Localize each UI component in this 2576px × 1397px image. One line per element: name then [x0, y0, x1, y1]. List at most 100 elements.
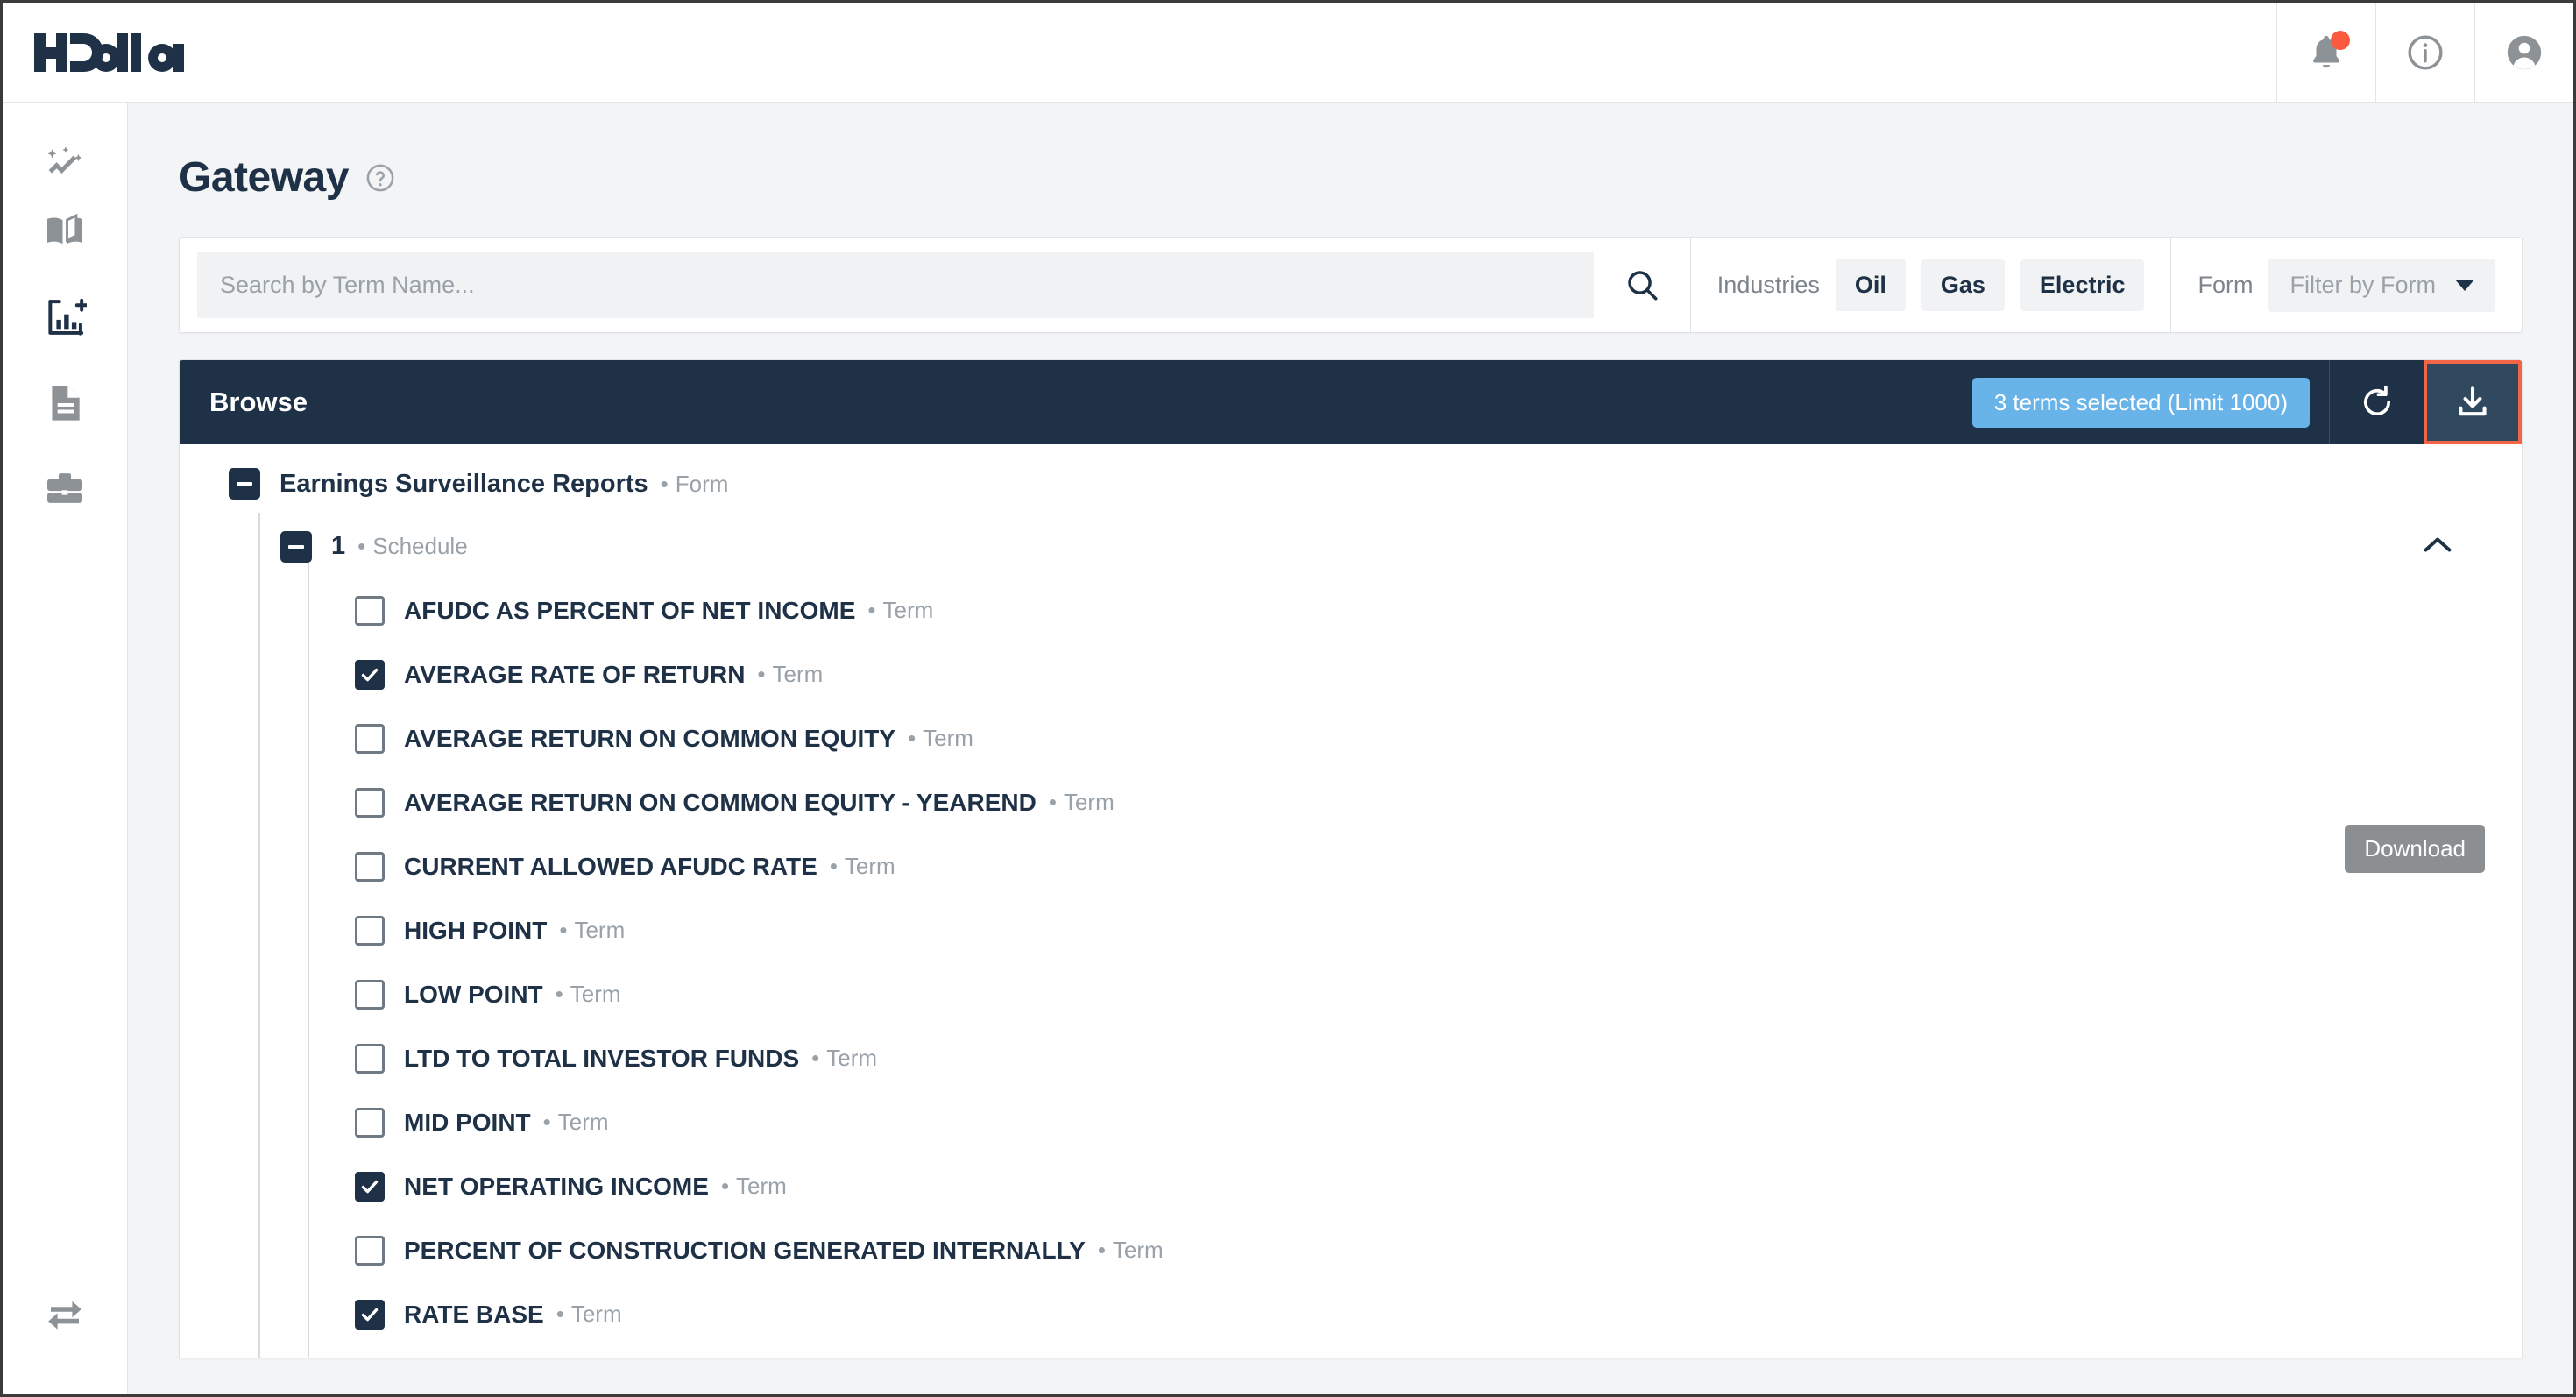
account-button[interactable]: [2474, 3, 2573, 102]
tree-node-form[interactable]: Earnings Surveillance Reports • Form: [180, 444, 2522, 514]
sidebar-collapse-toggle[interactable]: [3, 1270, 128, 1356]
search-input[interactable]: [197, 252, 1594, 318]
collapse-schedule-chevron[interactable]: [2422, 535, 2453, 558]
notification-badge-dot: [2331, 30, 2350, 50]
term-row[interactable]: LOW POINT • Term: [180, 962, 2522, 1026]
main-content: Gateway Industries Oil: [128, 103, 2573, 1394]
term-checkbox[interactable]: [355, 595, 385, 626]
document-icon: [52, 386, 80, 421]
search-filter-bar: Industries Oil Gas Electric Form Filter …: [179, 237, 2523, 333]
term-row[interactable]: AFUDC AS PERCENT OF NET INCOME • Term: [180, 578, 2522, 642]
sidebar-item-documents[interactable]: [3, 360, 128, 446]
term-label: PERCENT OF CONSTRUCTION GENERATED INTERN…: [404, 1236, 1086, 1264]
term-separator: •: [1048, 789, 1057, 815]
term-kind: Term: [570, 1301, 622, 1327]
term-checkbox[interactable]: [355, 915, 385, 946]
term-row[interactable]: MID POINT • Term: [180, 1090, 2522, 1154]
term-kind: Term: [736, 1173, 787, 1199]
form-node-separator: •: [660, 470, 669, 497]
chevron-down-icon: [2455, 279, 2474, 291]
term-row[interactable]: AVERAGE RETURN ON COMMON EQUITY • Term: [180, 706, 2522, 770]
term-checkbox-checked[interactable]: [355, 659, 385, 690]
collapse-form-button[interactable]: [229, 468, 260, 500]
top-bar-spacer: [201, 3, 2276, 102]
form-filter: Form Filter by Form: [2171, 238, 2522, 332]
search-icon: [1628, 271, 1658, 301]
form-node-label: Earnings Surveillance Reports: [280, 469, 648, 498]
info-button[interactable]: [2375, 3, 2474, 102]
chevron-up-icon: [2424, 537, 2452, 551]
term-separator: •: [559, 917, 568, 943]
status-badge[interactable]: 3 terms selected (Limit 1000): [1971, 377, 2310, 428]
term-separator: •: [542, 1109, 551, 1135]
download-tooltip: Download: [2345, 825, 2485, 873]
info-icon: [2408, 34, 2443, 70]
industries-label: Industries: [1716, 271, 1820, 298]
reset-button[interactable]: [2329, 360, 2424, 444]
term-row[interactable]: AVERAGE RATE OF RETURN • Term: [180, 642, 2522, 706]
term-row[interactable]: NET OPERATING INCOME • Term: [180, 1154, 2522, 1218]
term-checkbox-checked[interactable]: [355, 1299, 385, 1330]
term-label: AVERAGE RETURN ON COMMON EQUITY: [404, 724, 896, 752]
term-label: AVERAGE RATE OF RETURN: [404, 660, 746, 688]
sidebar-item-library[interactable]: [3, 188, 128, 274]
term-checkbox-checked[interactable]: [355, 1171, 385, 1202]
term-kind: Term: [882, 597, 934, 623]
term-kind: Term: [557, 1109, 609, 1135]
industry-chip-oil[interactable]: Oil: [1835, 259, 1906, 311]
term-row[interactable]: AVERAGE RETURN ON COMMON EQUITY - YEAREN…: [180, 770, 2522, 834]
term-label: MID POINT: [404, 1108, 531, 1136]
term-row[interactable]: PERCENT OF CONSTRUCTION GENERATED INTERN…: [180, 1218, 2522, 1282]
term-label: LOW POINT: [404, 980, 543, 1008]
briefcase-icon: [47, 473, 82, 503]
check-icon: [361, 668, 379, 681]
minus-icon: [288, 544, 304, 549]
help-circle-icon[interactable]: [364, 162, 396, 194]
form-node-kind: Form: [675, 470, 729, 497]
term-tree: Earnings Surveillance Reports • Form 1 •…: [180, 444, 2522, 1358]
term-separator: •: [829, 853, 838, 879]
term-row[interactable]: CURRENT ALLOWED AFUDC RATE • Term: [180, 834, 2522, 898]
term-checkbox[interactable]: [355, 723, 385, 754]
schedule-node-separator: •: [357, 533, 366, 559]
term-checkbox[interactable]: [355, 1235, 385, 1266]
term-kind: Term: [574, 917, 626, 943]
form-label: Form: [2197, 271, 2254, 298]
browse-title: Browse: [209, 386, 308, 417]
term-separator: •: [720, 1173, 730, 1199]
term-separator: •: [757, 661, 766, 687]
term-row[interactable]: HIGH POINT • Term: [180, 898, 2522, 962]
industry-chip-electric[interactable]: Electric: [2020, 259, 2145, 311]
term-row[interactable]: LTD TO TOTAL INVESTOR FUNDS • Term: [180, 1026, 2522, 1090]
term-checkbox[interactable]: [355, 787, 385, 818]
download-button[interactable]: [2424, 360, 2522, 444]
top-bar: [3, 3, 2573, 103]
term-label: CURRENT ALLOWED AFUDC RATE: [404, 852, 817, 880]
page-title: Gateway: [179, 154, 349, 201]
industry-chip-gas[interactable]: Gas: [1921, 259, 2005, 311]
minus-icon: [237, 482, 252, 486]
form-filter-dropdown[interactable]: Filter by Form: [2268, 258, 2495, 312]
search-zone: [180, 238, 1690, 332]
term-checkbox[interactable]: [355, 851, 385, 882]
term-separator: •: [811, 1045, 820, 1071]
brand-logo[interactable]: [3, 3, 201, 102]
sidebar-item-insights[interactable]: [3, 103, 128, 188]
term-row[interactable]: RATE BASE • Term: [180, 1282, 2522, 1346]
reset-icon: [2363, 385, 2390, 415]
term-kind: Term: [844, 853, 895, 879]
term-kind: Term: [1112, 1237, 1164, 1263]
term-separator: •: [555, 981, 563, 1007]
browse-header: Browse 3 terms selected (Limit 1000): [180, 360, 2522, 444]
tree-node-schedule[interactable]: 1 • Schedule: [180, 514, 2522, 578]
notifications-button[interactable]: [2276, 3, 2375, 102]
term-label: HIGH POINT: [404, 916, 548, 944]
collapse-schedule-button[interactable]: [280, 530, 312, 563]
term-checkbox[interactable]: [355, 979, 385, 1010]
sidebar-item-new-chart[interactable]: [3, 274, 128, 360]
term-separator: •: [1097, 1237, 1106, 1263]
term-checkbox[interactable]: [355, 1107, 385, 1138]
term-checkbox[interactable]: [355, 1043, 385, 1074]
search-button[interactable]: [1593, 252, 1690, 318]
sidebar-item-portfolio[interactable]: [3, 446, 128, 532]
